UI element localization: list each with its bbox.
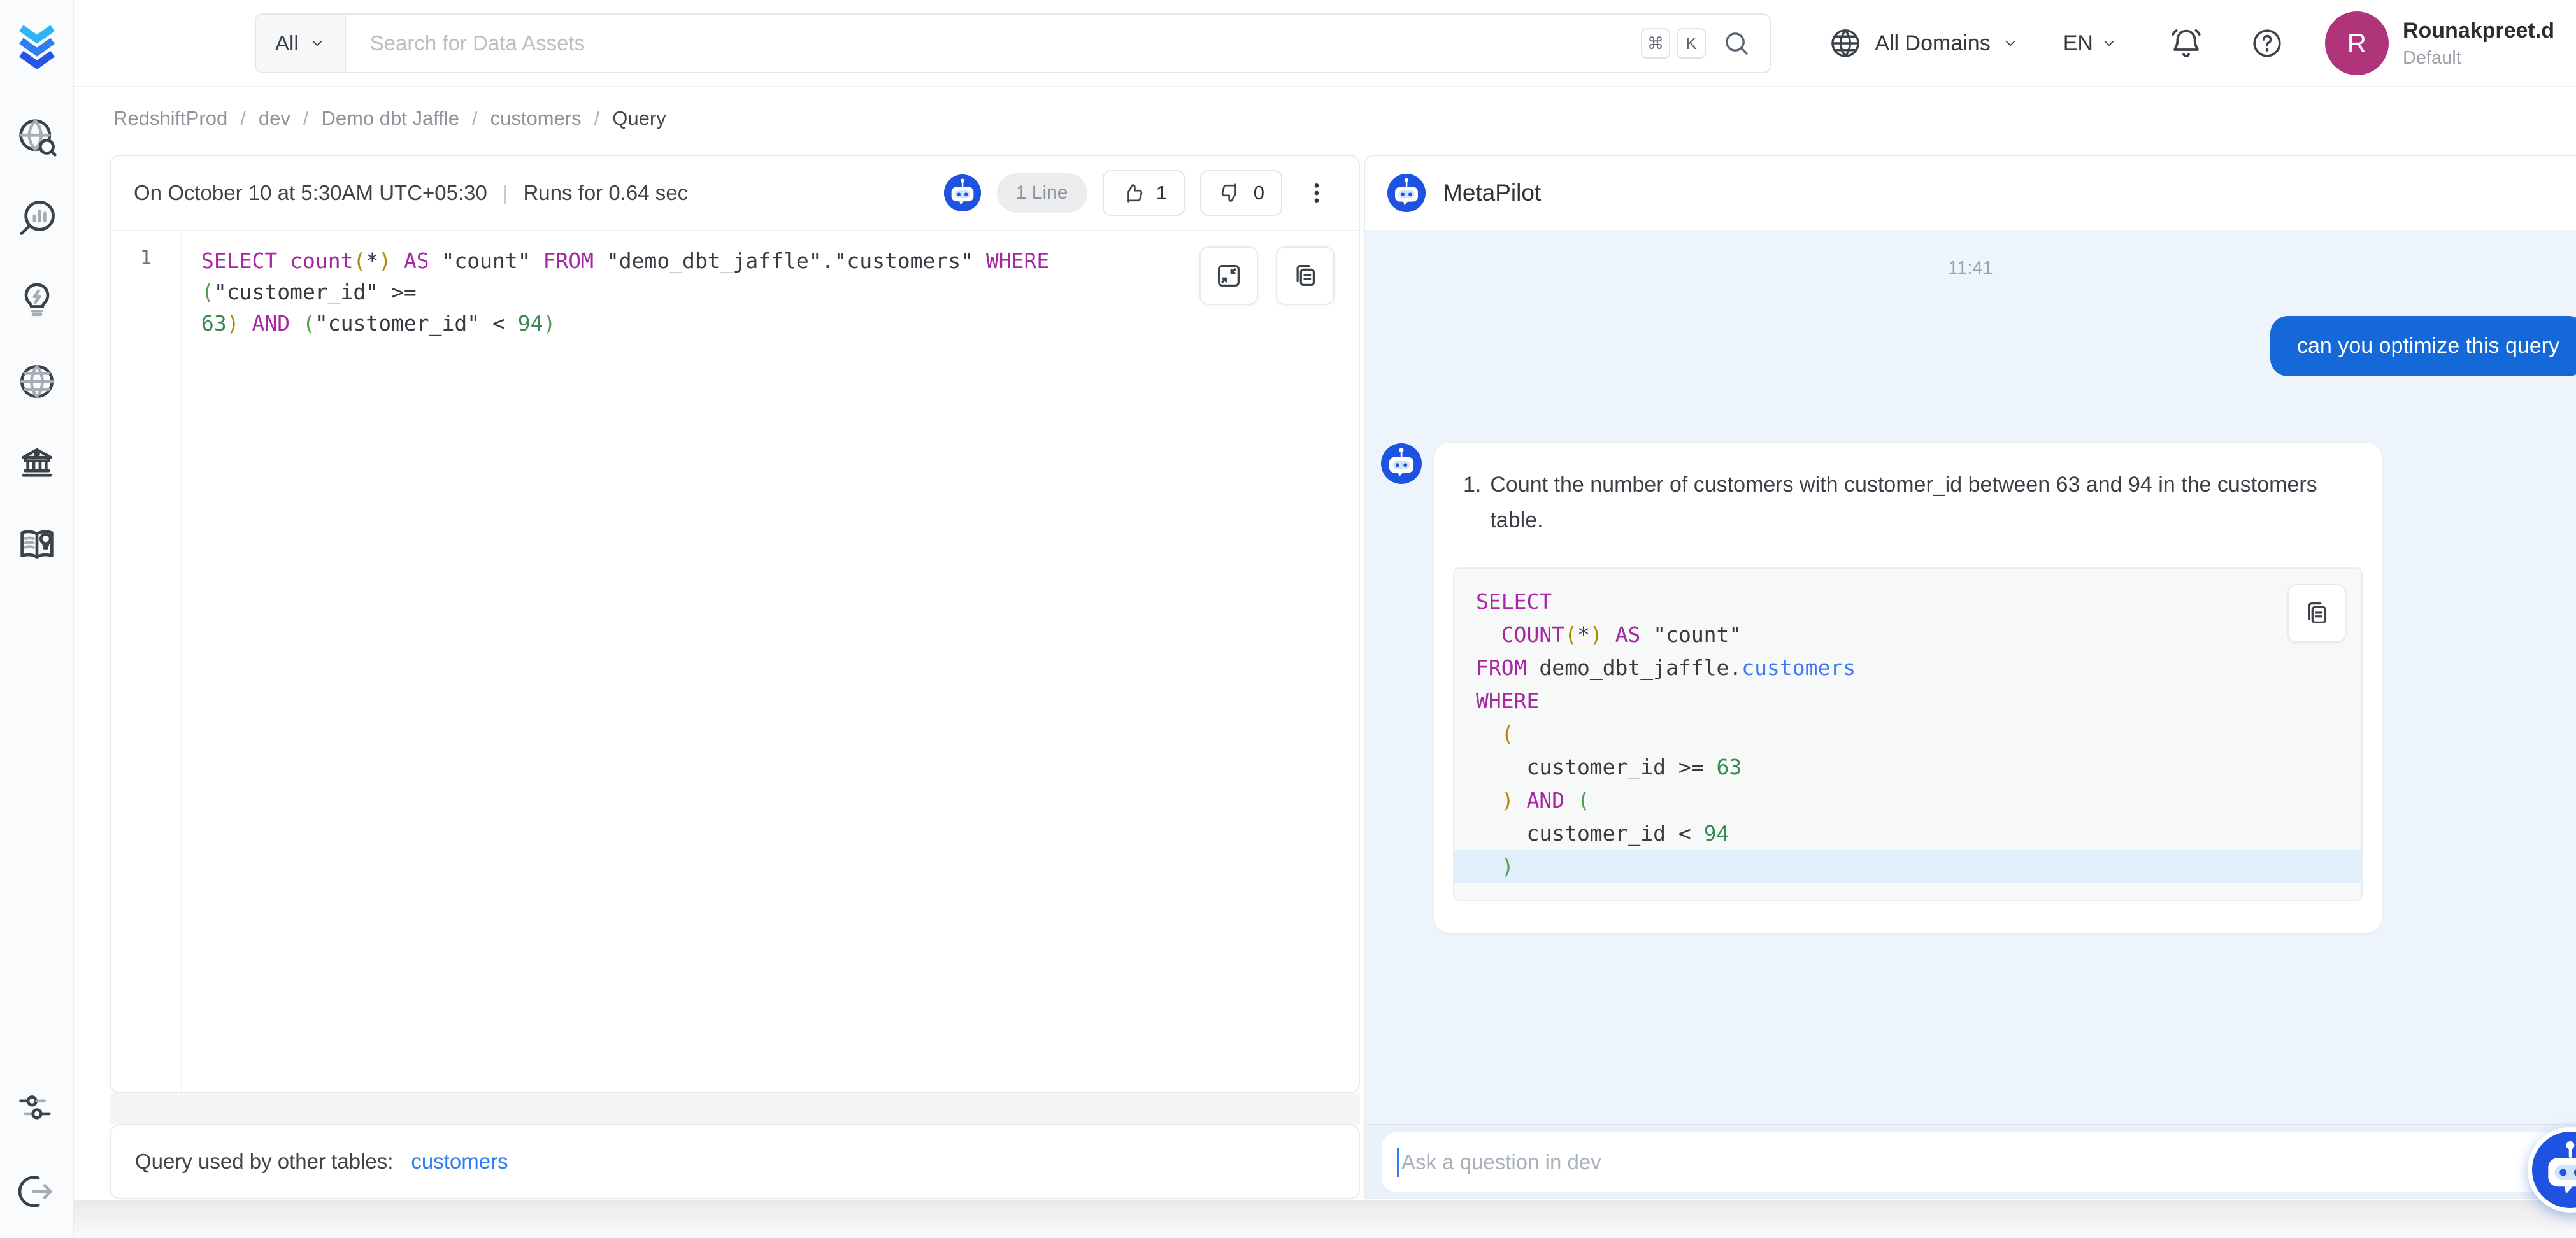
- domains-globe-icon: [1828, 25, 1863, 61]
- downvote-button[interactable]: 0: [1200, 170, 1282, 216]
- collapse-button[interactable]: [1199, 246, 1258, 305]
- discover-assets-icon[interactable]: [16, 116, 58, 158]
- metapilot-header: MetaPilot: [1365, 156, 2576, 231]
- app-logo[interactable]: [15, 22, 59, 71]
- optimized-sql-block: SELECT COUNT(*) AS "count"FROM demo_dbt_…: [1453, 567, 2363, 901]
- thumbs-up-icon: [1120, 180, 1146, 206]
- copy-icon: [1291, 261, 1320, 290]
- sql-editor: 1 SELECT count(*) AS "count" FROM "demo_…: [111, 231, 1359, 1093]
- assistant-message-bubble: 1. Count the number of customers with cu…: [1434, 443, 2382, 933]
- metapilot-panel: MetaPilot 11:41 can you optimize this qu…: [1364, 155, 2576, 1199]
- code-line: (: [1454, 718, 2361, 751]
- chat-input[interactable]: Ask a question in dev: [1382, 1132, 2559, 1192]
- copy-query-button[interactable]: [1276, 246, 1335, 305]
- user-avatar[interactable]: R: [2325, 11, 2389, 75]
- sql-code[interactable]: SELECT count(*) AS "count" FROM "demo_db…: [182, 231, 1359, 1093]
- metapilot-logo-icon: [1387, 173, 1426, 213]
- copy-code-button[interactable]: [2287, 584, 2346, 643]
- metapilot-avatar-icon[interactable]: [943, 174, 982, 212]
- search-scope-label: All: [275, 31, 299, 55]
- left-sidebar: [0, 0, 74, 1238]
- breadcrumb-item[interactable]: customers: [490, 107, 582, 130]
- upvote-button[interactable]: 1: [1103, 170, 1185, 216]
- usage-label: Query used by other tables:: [135, 1149, 393, 1174]
- robot-icon: [2532, 1132, 2576, 1208]
- more-options-icon[interactable]: [1298, 180, 1336, 206]
- assistant-text: Count the number of customers with custo…: [1490, 467, 2363, 538]
- list-index: 1.: [1463, 467, 1481, 538]
- query-usage-footer: Query used by other tables: customers: [110, 1124, 1360, 1199]
- breadcrumb-item[interactable]: Demo dbt Jaffle: [321, 107, 459, 130]
- line-number: 1: [140, 246, 152, 269]
- user-role: Default: [2403, 46, 2554, 69]
- ideas-bulb-icon[interactable]: [16, 279, 58, 321]
- all-domains-dropdown[interactable]: All Domains: [1875, 31, 2018, 56]
- line-count-badge: 1 Line: [997, 173, 1087, 213]
- code-line: SELECT: [1454, 585, 2361, 618]
- logout-icon[interactable]: [16, 1170, 58, 1213]
- line-number-gutter: 1: [111, 231, 182, 1093]
- language-dropdown[interactable]: EN: [2063, 31, 2117, 56]
- text-cursor: [1397, 1148, 1399, 1177]
- notifications-bell-icon[interactable]: [2168, 25, 2204, 61]
- chevron-down-icon: [2101, 35, 2117, 52]
- query-run-date: On October 10 at 5:30AM UTC+05:30: [134, 181, 487, 205]
- preferences-sliders-icon[interactable]: [16, 1086, 58, 1128]
- top-bar: All ⌘ K All Domains EN: [74, 0, 2576, 87]
- copy-icon: [2302, 599, 2331, 628]
- downvote-count: 0: [1254, 181, 1264, 204]
- thumbs-down-icon: [1218, 180, 1243, 206]
- breadcrumb-current: Query: [612, 107, 666, 130]
- web-globe-icon[interactable]: [16, 360, 58, 402]
- governance-bank-icon[interactable]: [16, 442, 58, 484]
- chat-input-placeholder: Ask a question in dev: [1401, 1150, 1601, 1174]
- code-line: FROM demo_dbt_jaffle.customers: [1454, 651, 2361, 685]
- code-line: WHERE: [1454, 685, 2361, 718]
- page-bottom: [74, 1200, 2576, 1238]
- user-name: Rounakpreet.d: [2403, 17, 2554, 45]
- search-icon[interactable]: [1721, 28, 1752, 59]
- code-line: ): [1454, 850, 2361, 883]
- chevron-down-icon: [2002, 35, 2019, 52]
- assistant-avatar-icon: [1380, 443, 1422, 485]
- customers-table-link[interactable]: customers: [411, 1149, 508, 1174]
- search-input[interactable]: [346, 31, 1641, 55]
- metapilot-title: MetaPilot: [1443, 180, 1541, 206]
- chat-message-area[interactable]: 11:41 can you optimize this query 1. Cou…: [1365, 231, 2576, 1124]
- query-runtime: Runs for 0.64 sec: [523, 181, 688, 205]
- panel-gap: [110, 1093, 1360, 1124]
- metapilot-fab-button[interactable]: [2528, 1127, 2576, 1213]
- code-line: customer_id < 94: [1454, 817, 2361, 850]
- breadcrumb-item[interactable]: dev: [259, 107, 290, 130]
- chat-input-bar: Ask a question in dev: [1365, 1124, 2576, 1199]
- search-scope-dropdown[interactable]: All: [256, 15, 346, 72]
- cmd-keycap: ⌘: [1641, 28, 1670, 59]
- help-icon[interactable]: [2250, 26, 2284, 60]
- insights-search-icon[interactable]: [16, 197, 58, 239]
- upvote-count: 1: [1156, 181, 1167, 204]
- collapse-icon: [1214, 261, 1243, 290]
- breadcrumb: RedshiftProd / dev / Demo dbt Jaffle / c…: [113, 107, 666, 130]
- chat-timestamp: 11:41: [1365, 231, 2576, 279]
- glossary-book-icon[interactable]: [16, 523, 58, 566]
- query-panel: On October 10 at 5:30AM UTC+05:30 | Runs…: [110, 155, 1360, 1093]
- chevron-down-icon: [309, 35, 326, 52]
- breadcrumb-item[interactable]: RedshiftProd: [113, 107, 227, 130]
- global-search[interactable]: All ⌘ K: [255, 13, 1771, 73]
- user-message-bubble: can you optimize this query: [2270, 316, 2576, 376]
- code-line: ) AND (: [1454, 784, 2361, 817]
- optimized-sql-lines[interactable]: SELECT COUNT(*) AS "count"FROM demo_dbt_…: [1454, 585, 2361, 883]
- user-meta[interactable]: Rounakpreet.d Default: [2403, 17, 2554, 70]
- query-header: On October 10 at 5:30AM UTC+05:30 | Runs…: [111, 156, 1359, 231]
- code-line: COUNT(*) AS "count": [1454, 618, 2361, 651]
- code-line: customer_id >= 63: [1454, 751, 2361, 784]
- k-keycap: K: [1677, 28, 1706, 59]
